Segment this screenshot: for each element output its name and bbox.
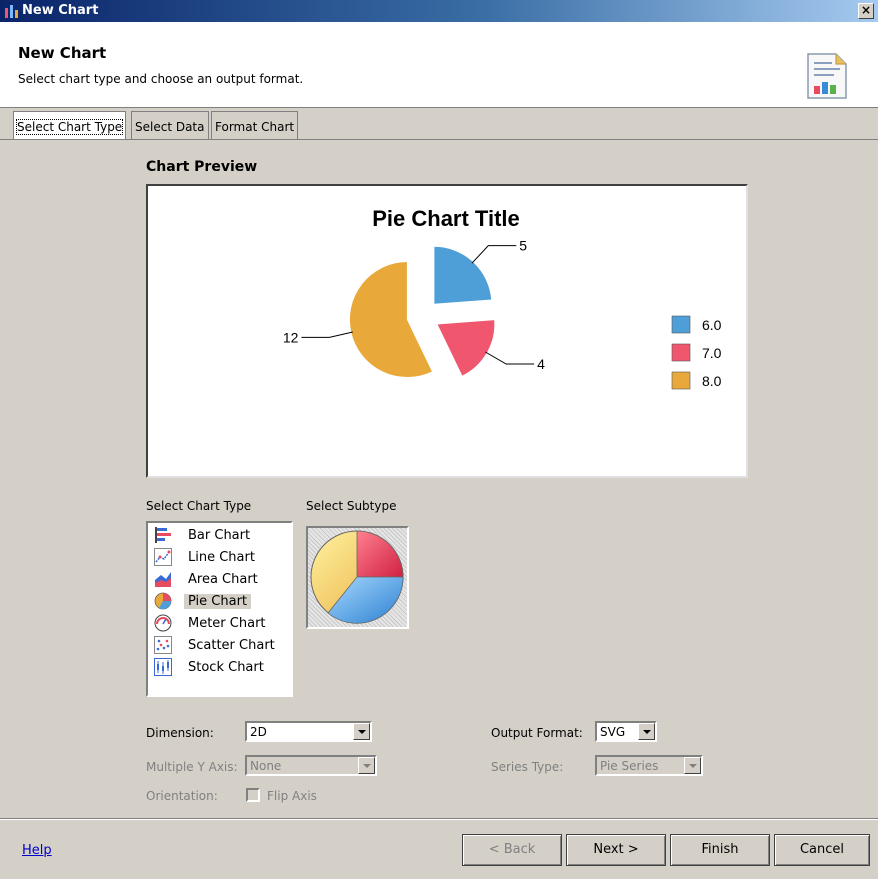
chevron-down-icon[interactable] (353, 723, 370, 740)
leader-line (485, 351, 535, 365)
finish-button[interactable]: Finish (670, 834, 770, 866)
series-type-label: Series Type: (491, 760, 564, 774)
output-format-label: Output Format: (491, 726, 583, 740)
orientation-label: Orientation: (146, 789, 218, 803)
pie-slice (433, 245, 493, 305)
bar-chart-icon (155, 527, 171, 543)
chart-document-icon (807, 53, 847, 99)
legend-label: 8.0 (702, 373, 722, 389)
legend-swatch (671, 371, 691, 390)
cancel-button[interactable]: Cancel (774, 834, 870, 866)
chart-title: Pie Chart Title (372, 206, 520, 231)
chart-preview: Pie Chart Title 5 4 12 6.0 7.0 8.0 (146, 184, 748, 478)
chevron-down-icon[interactable] (638, 723, 655, 740)
data-label: 5 (519, 238, 527, 254)
app-chart-icon (5, 5, 18, 18)
next-button[interactable]: Next > (566, 834, 666, 866)
page-title: New Chart (18, 44, 107, 62)
legend-label: 6.0 (702, 317, 722, 333)
pie-slice (436, 319, 496, 377)
multiple-y-axis-label: Multiple Y Axis: (146, 760, 238, 774)
tab-format-chart[interactable]: Format Chart (211, 111, 299, 139)
pie-chart-icon (154, 592, 172, 610)
tab-select-chart-type[interactable]: Select Chart Type (13, 111, 127, 140)
flip-axis-checkbox[interactable] (246, 788, 260, 802)
chart-type-list[interactable]: Bar Chart Line Chart Area Chart Pie Char… (146, 521, 293, 697)
scatter-chart-icon (154, 636, 172, 654)
select-chart-type-label: Select Chart Type (146, 499, 252, 513)
pie-slice (348, 261, 434, 379)
select-subtype-label: Select Subtype (306, 499, 397, 513)
wizard-header: New Chart Select chart type and choose a… (0, 22, 878, 108)
dimension-select[interactable]: 2D (245, 721, 372, 742)
chevron-down-icon (358, 757, 375, 774)
flip-axis-label: Flip Axis (267, 789, 317, 803)
close-button[interactable]: × (858, 3, 874, 19)
dimension-label: Dimension: (146, 726, 214, 740)
window-title: New Chart (22, 3, 99, 18)
page-description: Select chart type and choose an output f… (18, 72, 304, 86)
line-chart-icon (154, 548, 172, 566)
meter-chart-icon (154, 614, 172, 632)
chevron-down-icon (684, 757, 701, 774)
help-link[interactable]: Help (22, 843, 52, 858)
back-button[interactable]: < Back (462, 834, 562, 866)
output-format-select[interactable]: SVG (595, 721, 657, 742)
data-label: 4 (537, 356, 545, 372)
data-label: 12 (283, 329, 299, 345)
tab-divider (0, 139, 878, 140)
tab-select-data[interactable]: Select Data (131, 111, 209, 139)
leader-line (301, 331, 353, 338)
legend-label: 7.0 (702, 345, 722, 361)
legend-swatch (671, 343, 691, 362)
stock-chart-icon (154, 658, 172, 676)
pie-chart: Pie Chart Title 5 4 12 6.0 7.0 8.0 (283, 206, 722, 390)
footer-divider (0, 818, 878, 820)
area-chart-icon (155, 572, 171, 587)
pie-subtype-icon[interactable] (308, 528, 407, 627)
multiple-y-axis-select: None (245, 755, 377, 776)
title-bar: New Chart × (0, 0, 878, 22)
subtype-selector[interactable] (306, 526, 409, 629)
chart-preview-label: Chart Preview (146, 159, 258, 175)
legend-swatch (671, 315, 691, 334)
leader-line (471, 245, 517, 264)
series-type-select: Pie Series (595, 755, 703, 776)
